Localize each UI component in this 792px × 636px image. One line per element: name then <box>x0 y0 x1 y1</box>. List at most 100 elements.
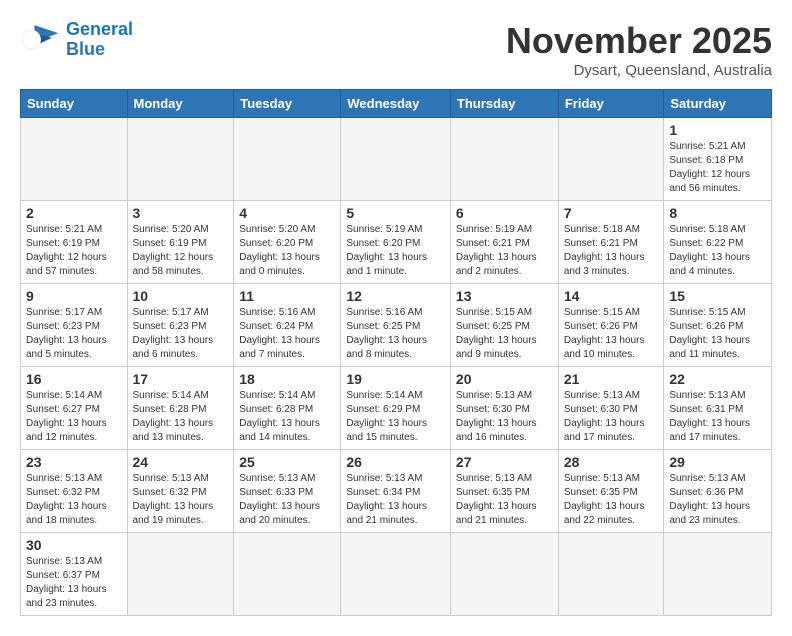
day-number: 22 <box>669 371 766 387</box>
day-number: 18 <box>239 371 335 387</box>
calendar-cell: 5Sunrise: 5:19 AM Sunset: 6:20 PM Daylig… <box>341 201 451 284</box>
calendar-cell: 1 Sunrise: 5:21 AM Sunset: 6:18 PM Daylig… <box>664 118 772 201</box>
logo: General Blue <box>20 20 133 60</box>
month-title: November 2025 <box>506 20 772 62</box>
calendar-cell: 27Sunrise: 5:13 AM Sunset: 6:35 PM Dayli… <box>450 450 558 533</box>
day-info: Sunrise: 5:14 AM Sunset: 6:27 PM Dayligh… <box>26 389 122 445</box>
calendar-cell: 24Sunrise: 5:13 AM Sunset: 6:32 PM Dayli… <box>127 450 234 533</box>
day-info: Sunrise: 5:14 AM Sunset: 6:28 PM Dayligh… <box>239 389 335 445</box>
calendar-cell: 20 Sunrise: 5:13 AM Sunset: 6:30 PM Dayli… <box>450 367 558 450</box>
day-info: Sunrise: 5:18 AM Sunset: 6:22 PM Dayligh… <box>669 223 766 279</box>
calendar-header-tuesday: Tuesday <box>234 90 341 118</box>
day-number: 25 <box>239 454 335 470</box>
logo-icon <box>20 22 60 57</box>
day-number: 10 <box>133 288 229 304</box>
day-number: 16 <box>26 371 122 387</box>
day-number: 9 <box>26 288 122 304</box>
day-number: 14 <box>564 288 659 304</box>
day-info: Sunrise: 5:16 AM Sunset: 6:24 PM Dayligh… <box>239 306 335 362</box>
day-info: Sunrise: 5:21 AM Sunset: 6:18 PM Dayligh… <box>669 140 766 196</box>
week-row-1: 1 Sunrise: 5:21 AM Sunset: 6:18 PM Daylig… <box>21 118 772 201</box>
calendar-cell: 9Sunrise: 5:17 AM Sunset: 6:23 PM Daylig… <box>21 284 128 367</box>
calendar-header-sunday: Sunday <box>21 90 128 118</box>
day-info: Sunrise: 5:13 AM Sunset: 6:37 PM Dayligh… <box>26 555 122 611</box>
calendar-cell: 19 Sunrise: 5:14 AM Sunset: 6:29 PM Dayli… <box>341 367 451 450</box>
day-info: Sunrise: 5:13 AM Sunset: 6:33 PM Dayligh… <box>239 472 335 528</box>
day-info: Sunrise: 5:15 AM Sunset: 6:26 PM Dayligh… <box>669 306 766 362</box>
day-number: 5 <box>346 205 445 221</box>
day-info: Sunrise: 5:13 AM Sunset: 6:30 PM Dayligh… <box>456 389 553 445</box>
calendar-cell <box>127 118 234 201</box>
calendar-cell: 2 Sunrise: 5:21 AM Sunset: 6:19 PM Daylig… <box>21 201 128 284</box>
day-number: 13 <box>456 288 553 304</box>
day-info: Sunrise: 5:13 AM Sunset: 6:35 PM Dayligh… <box>564 472 659 528</box>
day-number: 27 <box>456 454 553 470</box>
day-number: 3 <box>133 205 229 221</box>
day-info: Sunrise: 5:13 AM Sunset: 6:32 PM Dayligh… <box>133 472 229 528</box>
page-header: General Blue November 2025 Dysart, Queen… <box>20 20 772 79</box>
calendar-cell <box>664 533 772 616</box>
day-info: Sunrise: 5:21 AM Sunset: 6:19 PM Dayligh… <box>26 223 122 279</box>
day-number: 6 <box>456 205 553 221</box>
day-number: 19 <box>346 371 445 387</box>
calendar-cell <box>450 118 558 201</box>
day-number: 20 <box>456 371 553 387</box>
week-row-3: 9Sunrise: 5:17 AM Sunset: 6:23 PM Daylig… <box>21 284 772 367</box>
logo-blue: Blue <box>66 40 133 60</box>
day-info: Sunrise: 5:20 AM Sunset: 6:19 PM Dayligh… <box>133 223 229 279</box>
day-number: 2 <box>26 205 122 221</box>
calendar-cell: 26Sunrise: 5:13 AM Sunset: 6:34 PM Dayli… <box>341 450 451 533</box>
day-number: 23 <box>26 454 122 470</box>
calendar-header-wednesday: Wednesday <box>341 90 451 118</box>
day-info: Sunrise: 5:13 AM Sunset: 6:30 PM Dayligh… <box>564 389 659 445</box>
calendar-header-thursday: Thursday <box>450 90 558 118</box>
day-info: Sunrise: 5:14 AM Sunset: 6:29 PM Dayligh… <box>346 389 445 445</box>
calendar-cell: 15 Sunrise: 5:15 AM Sunset: 6:26 PM Dayli… <box>664 284 772 367</box>
calendar-cell: 7 Sunrise: 5:18 AM Sunset: 6:21 PM Daylig… <box>558 201 664 284</box>
day-info: Sunrise: 5:16 AM Sunset: 6:25 PM Dayligh… <box>346 306 445 362</box>
calendar-cell: 12Sunrise: 5:16 AM Sunset: 6:25 PM Dayli… <box>341 284 451 367</box>
week-row-4: 16 Sunrise: 5:14 AM Sunset: 6:27 PM Dayli… <box>21 367 772 450</box>
calendar-header-row: SundayMondayTuesdayWednesdayThursdayFrid… <box>21 90 772 118</box>
calendar-header-saturday: Saturday <box>664 90 772 118</box>
day-info: Sunrise: 5:15 AM Sunset: 6:25 PM Dayligh… <box>456 306 553 362</box>
calendar-cell: 18 Sunrise: 5:14 AM Sunset: 6:28 PM Dayli… <box>234 367 341 450</box>
week-row-2: 2 Sunrise: 5:21 AM Sunset: 6:19 PM Daylig… <box>21 201 772 284</box>
calendar-header-monday: Monday <box>127 90 234 118</box>
calendar-cell: 23 Sunrise: 5:13 AM Sunset: 6:32 PM Dayli… <box>21 450 128 533</box>
calendar-cell: 22 Sunrise: 5:13 AM Sunset: 6:31 PM Dayli… <box>664 367 772 450</box>
location-subtitle: Dysart, Queensland, Australia <box>506 62 772 79</box>
day-number: 30 <box>26 537 122 553</box>
day-number: 4 <box>239 205 335 221</box>
day-number: 21 <box>564 371 659 387</box>
calendar-header-friday: Friday <box>558 90 664 118</box>
day-info: Sunrise: 5:14 AM Sunset: 6:28 PM Dayligh… <box>133 389 229 445</box>
calendar-cell <box>558 533 664 616</box>
calendar-cell: 16 Sunrise: 5:14 AM Sunset: 6:27 PM Dayli… <box>21 367 128 450</box>
day-number: 28 <box>564 454 659 470</box>
day-number: 1 <box>669 122 766 138</box>
week-row-6: 30 Sunrise: 5:13 AM Sunset: 6:37 PM Dayli… <box>21 533 772 616</box>
day-number: 29 <box>669 454 766 470</box>
calendar-cell: 17Sunrise: 5:14 AM Sunset: 6:28 PM Dayli… <box>127 367 234 450</box>
logo-general: General <box>66 19 133 39</box>
calendar-cell: 3 Sunrise: 5:20 AM Sunset: 6:19 PM Daylig… <box>127 201 234 284</box>
day-number: 26 <box>346 454 445 470</box>
calendar-cell <box>21 118 128 201</box>
calendar-cell <box>234 533 341 616</box>
calendar-cell: 11Sunrise: 5:16 AM Sunset: 6:24 PM Dayli… <box>234 284 341 367</box>
day-number: 8 <box>669 205 766 221</box>
title-block: November 2025 Dysart, Queensland, Austra… <box>506 20 772 79</box>
calendar-cell <box>127 533 234 616</box>
day-info: Sunrise: 5:18 AM Sunset: 6:21 PM Dayligh… <box>564 223 659 279</box>
day-number: 7 <box>564 205 659 221</box>
logo-text: General Blue <box>66 20 133 60</box>
calendar-cell: 6Sunrise: 5:19 AM Sunset: 6:21 PM Daylig… <box>450 201 558 284</box>
calendar-cell <box>234 118 341 201</box>
calendar-cell: 10Sunrise: 5:17 AM Sunset: 6:23 PM Dayli… <box>127 284 234 367</box>
calendar-table: SundayMondayTuesdayWednesdayThursdayFrid… <box>20 89 772 616</box>
calendar-cell: 30 Sunrise: 5:13 AM Sunset: 6:37 PM Dayli… <box>21 533 128 616</box>
day-info: Sunrise: 5:13 AM Sunset: 6:32 PM Dayligh… <box>26 472 122 528</box>
day-number: 15 <box>669 288 766 304</box>
day-info: Sunrise: 5:13 AM Sunset: 6:31 PM Dayligh… <box>669 389 766 445</box>
